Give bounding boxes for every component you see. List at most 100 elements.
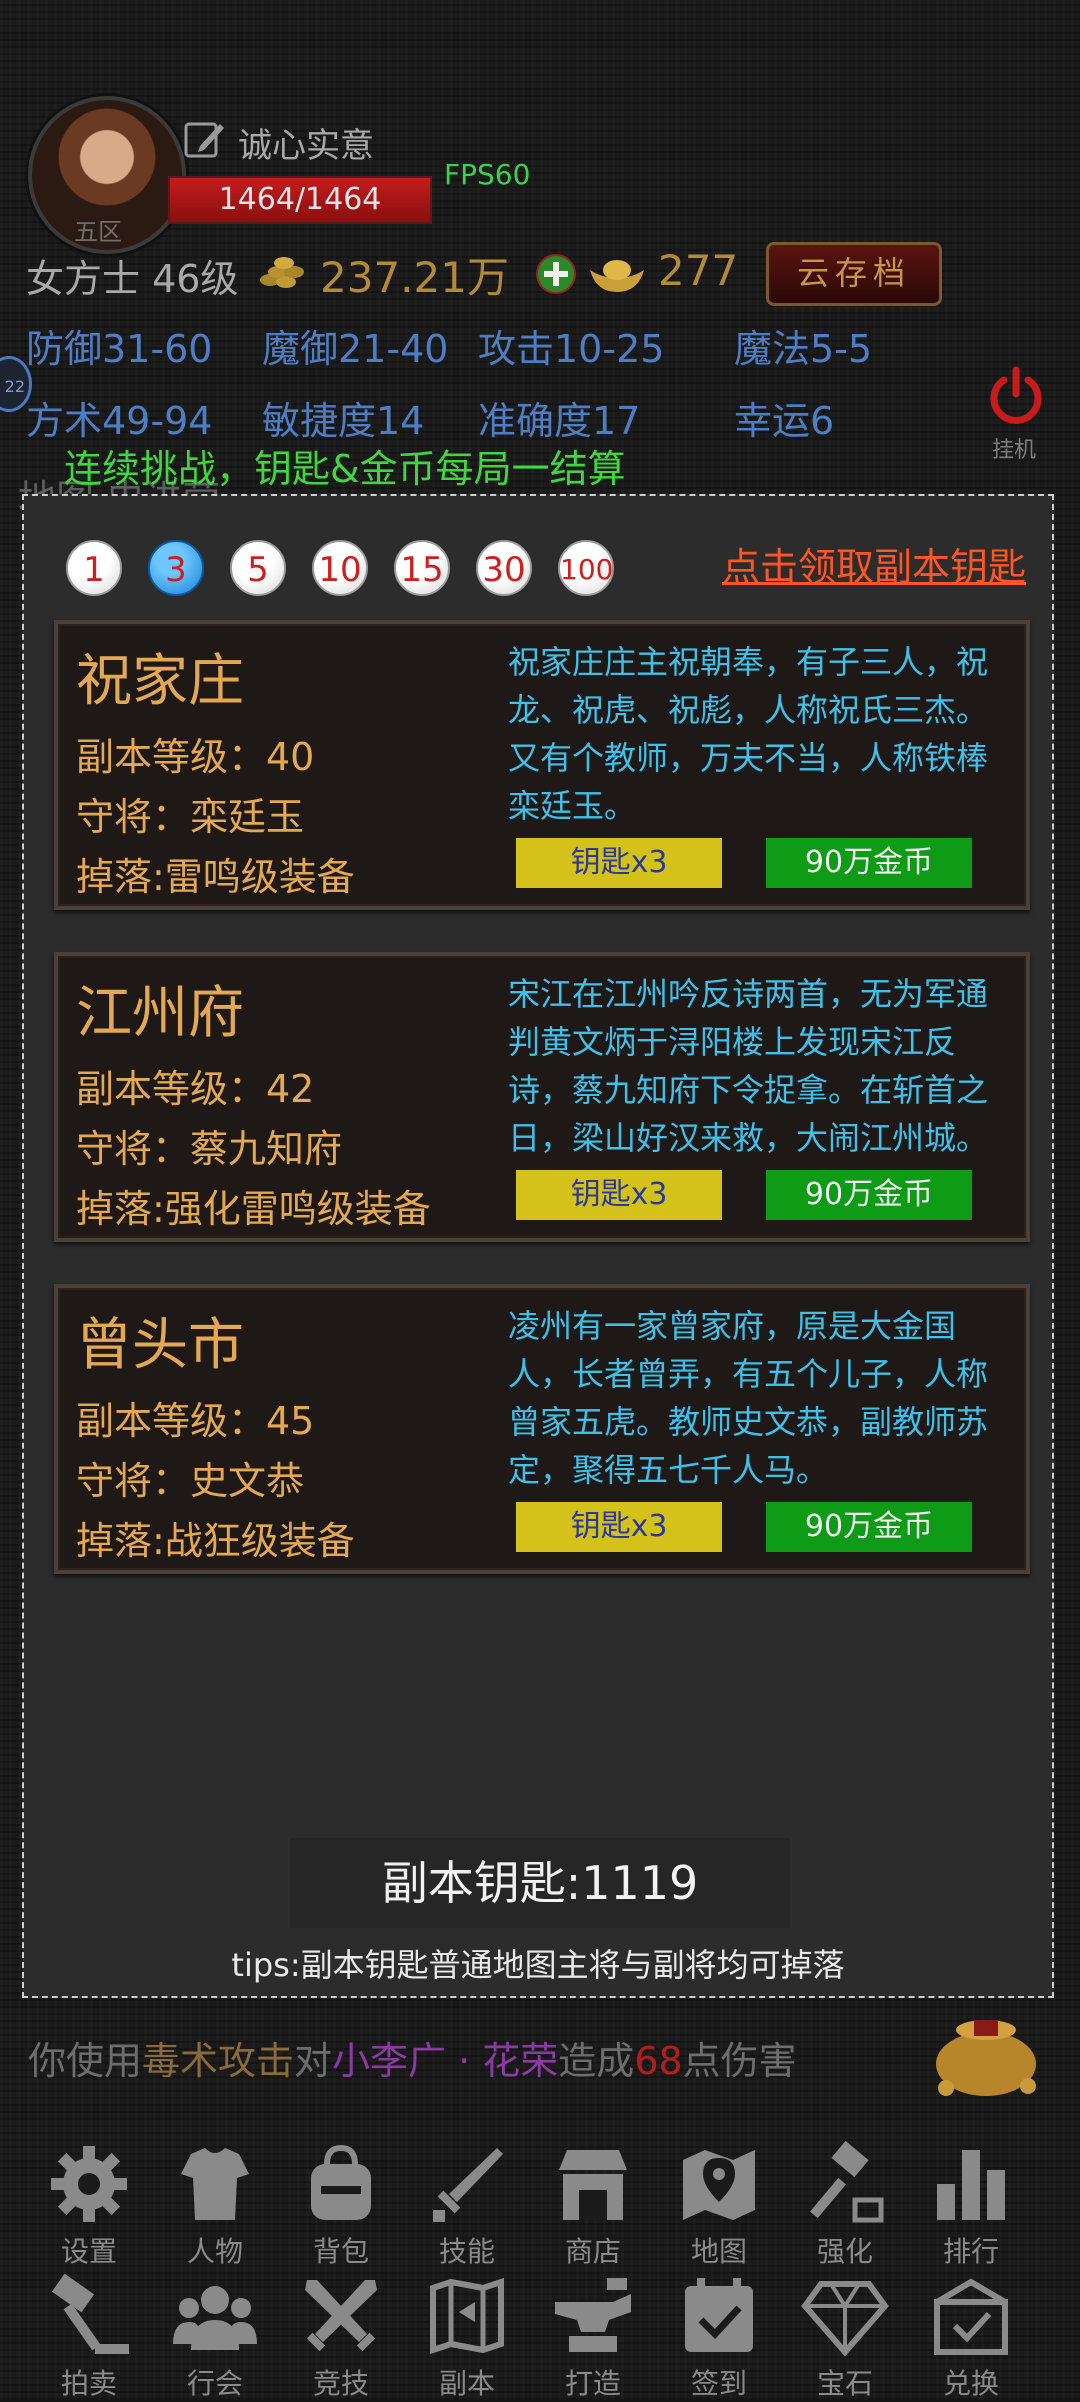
nav-label: 行会 <box>186 2367 243 2400</box>
dungeon-drop: 掉落:雷鸣级装备 <box>76 855 355 899</box>
claim-keys-link[interactable]: 点击领取副本钥匙 <box>722 536 1026 591</box>
multiplier-100[interactable]: 100 <box>558 540 614 596</box>
nav-forge[interactable]: 打造 <box>530 2272 656 2402</box>
dungeon-boss: 守将：栾廷玉 <box>76 795 305 839</box>
multiplier-5[interactable]: 5 <box>230 540 286 596</box>
dungeon-panel: 1 3 5 10 15 30 100 点击领取副本钥匙 祝家庄 副本等级：40 … <box>22 494 1054 1998</box>
nav-auction[interactable]: 拍卖 <box>26 2272 152 2402</box>
gear-icon <box>51 2146 127 2222</box>
stat-magic: 魔法5-5 <box>734 327 873 371</box>
nav-gems[interactable]: 宝石 <box>782 2272 908 2402</box>
class-level: 女方士 46级 <box>26 257 239 301</box>
nav-label: 背包 <box>312 2235 369 2268</box>
auction-hammer-icon <box>51 2273 129 2354</box>
dungeon-level: 副本等级：40 <box>76 735 315 779</box>
dungeon-title: 曾头市 <box>76 1313 244 1378</box>
nav-label: 宝石 <box>816 2367 873 2400</box>
nav-label: 兑换 <box>942 2367 999 2400</box>
enter-with-gold-button[interactable]: 90万金币 <box>766 1170 972 1220</box>
dungeon-title: 江州府 <box>76 981 244 1046</box>
multiplier-1[interactable]: 1 <box>66 540 122 596</box>
enter-with-key-button[interactable]: 钥匙x3 <box>516 838 722 888</box>
enter-with-gold-button[interactable]: 90万金币 <box>766 838 972 888</box>
nav-skills[interactable]: 技能 <box>404 2140 530 2270</box>
hp-bar: 1464/1464 <box>168 176 432 224</box>
dungeon-title: 祝家庄 <box>76 649 244 714</box>
enter-with-gold-button[interactable]: 90万金币 <box>766 1502 972 1552</box>
dungeon-card: 江州府 副本等级：42 守将：蔡九知府 掉落:强化雷鸣级装备 宋江在江州吟反诗两… <box>54 952 1030 1242</box>
combat-prefix: 你使用 <box>28 2039 143 2083</box>
nav-label: 副本 <box>438 2367 495 2400</box>
dungeon-card: 曾头市 副本等级：45 守将：史文恭 掉落:战狂级装备 凌州有一家曾家府，原是大… <box>54 1284 1030 1574</box>
gift-exchange-icon <box>934 2278 1008 2355</box>
nav-label: 拍卖 <box>60 2367 117 2400</box>
stat-accuracy: 准确度17 <box>478 399 641 443</box>
nav-settings[interactable]: 设置 <box>26 2140 152 2270</box>
combat-suffix: 点伤害 <box>682 2039 797 2083</box>
combat-skill: 毒术攻击 <box>142 2039 295 2083</box>
armor-icon <box>181 2148 249 2220</box>
dungeon-card: 祝家庄 副本等级：40 守将：栾廷玉 掉落:雷鸣级装备 祝家庄庄主祝朝奉，有子三… <box>54 620 1030 910</box>
nav-label: 签到 <box>690 2367 747 2400</box>
cloud-save-button[interactable]: 云存档 <box>766 242 942 306</box>
nav-exchange[interactable]: 兑换 <box>908 2272 1034 2402</box>
enter-with-key-button[interactable]: 钥匙x3 <box>516 1502 722 1552</box>
nav-checkin[interactable]: 签到 <box>656 2272 782 2402</box>
multiplier-30[interactable]: 30 <box>476 540 532 596</box>
power-icon[interactable] <box>984 364 1048 428</box>
multiplier-15[interactable]: 15 <box>394 540 450 596</box>
dungeon-key-count: 副本钥匙:1119 <box>290 1838 790 1928</box>
dungeon-boss: 守将：史文恭 <box>76 1459 305 1503</box>
combat-damage: 68 <box>634 2039 683 2083</box>
nav-guild[interactable]: 行会 <box>152 2272 278 2402</box>
dungeon-description: 宋江在江州吟反诗两首，无为军通判黄文炳于浔阳楼上发现宋江反诗，蔡九知府下令捉拿。… <box>508 975 989 1157</box>
nav-shop[interactable]: 商店 <box>530 2140 656 2270</box>
notice-text: 连续挑战，钥匙&金币每局一结算 <box>64 447 626 491</box>
dungeon-description: 凌州有一家曾家府，原是大金国人，长者曾弄，有五个儿子，人称曾家五虎。教师史文恭，… <box>508 1307 989 1489</box>
map-pin-icon <box>683 2150 755 2220</box>
nav-map[interactable]: 地图 <box>656 2140 782 2270</box>
edit-icon[interactable] <box>182 118 226 162</box>
dungeon-drop: 掉落:战狂级装备 <box>76 1519 355 1563</box>
afk-label: 挂机 <box>992 438 1037 463</box>
fps-counter: FPS60 <box>444 158 531 191</box>
dungeon-description: 祝家庄庄主祝朝奉，有子三人，祝龙、祝虎、祝彪，人称祝氏三杰。又有个教师，万夫不当… <box>508 643 989 825</box>
stat-attack: 攻击10-25 <box>478 327 665 371</box>
nav-label: 地图 <box>690 2235 747 2268</box>
nav-dungeon[interactable]: 副本 <box>404 2272 530 2402</box>
multiplier-10[interactable]: 10 <box>312 540 368 596</box>
nav-arena[interactable]: 竞技 <box>278 2272 404 2402</box>
nav-backpack[interactable]: 背包 <box>278 2140 404 2270</box>
dungeon-level: 副本等级：42 <box>76 1067 315 1111</box>
nav-character[interactable]: 人物 <box>152 2140 278 2270</box>
stat-luck: 幸运6 <box>734 399 835 443</box>
calendar-check-icon <box>685 2278 753 2352</box>
combat-mid: 对 <box>294 2039 333 2083</box>
treasure-bag-icon[interactable] <box>916 2000 1056 2100</box>
gold-ingot-icon <box>590 260 644 292</box>
nav-label: 人物 <box>186 2235 243 2268</box>
player-name: 诚心实意 <box>238 126 374 166</box>
nav-ranking[interactable]: 排行 <box>908 2140 1034 2270</box>
nav-label: 竞技 <box>312 2367 369 2400</box>
server-label: 五区 <box>74 218 122 246</box>
gold-coins-icon <box>260 257 304 288</box>
enter-with-key-button[interactable]: 钥匙x3 <box>516 1170 722 1220</box>
nav-label: 强化 <box>816 2235 873 2268</box>
nav-label: 排行 <box>942 2235 999 2268</box>
combat-target: 小李广 · 花荣 <box>332 2039 559 2083</box>
nav-label: 打造 <box>564 2367 621 2400</box>
add-currency-icon[interactable] <box>536 254 576 294</box>
nav-label: 技能 <box>438 2235 495 2268</box>
combat-mid2: 造成 <box>558 2039 635 2083</box>
crossed-swords-icon <box>305 2280 377 2352</box>
nav-upgrade[interactable]: 强化 <box>782 2140 908 2270</box>
multiplier-3[interactable]: 3 <box>148 540 204 596</box>
dungeon-boss: 守将：蔡九知府 <box>76 1127 343 1171</box>
stat-magic-defense: 魔御21-40 <box>262 327 449 371</box>
combat-log: 你使用毒术攻击对小李广 · 花荣造成68点伤害 <box>28 2030 797 2085</box>
gem-icon <box>801 2281 889 2357</box>
nav-label: 商店 <box>564 2235 621 2268</box>
stat-agility: 敏捷度14 <box>262 399 425 443</box>
sword-icon <box>433 2148 503 2222</box>
